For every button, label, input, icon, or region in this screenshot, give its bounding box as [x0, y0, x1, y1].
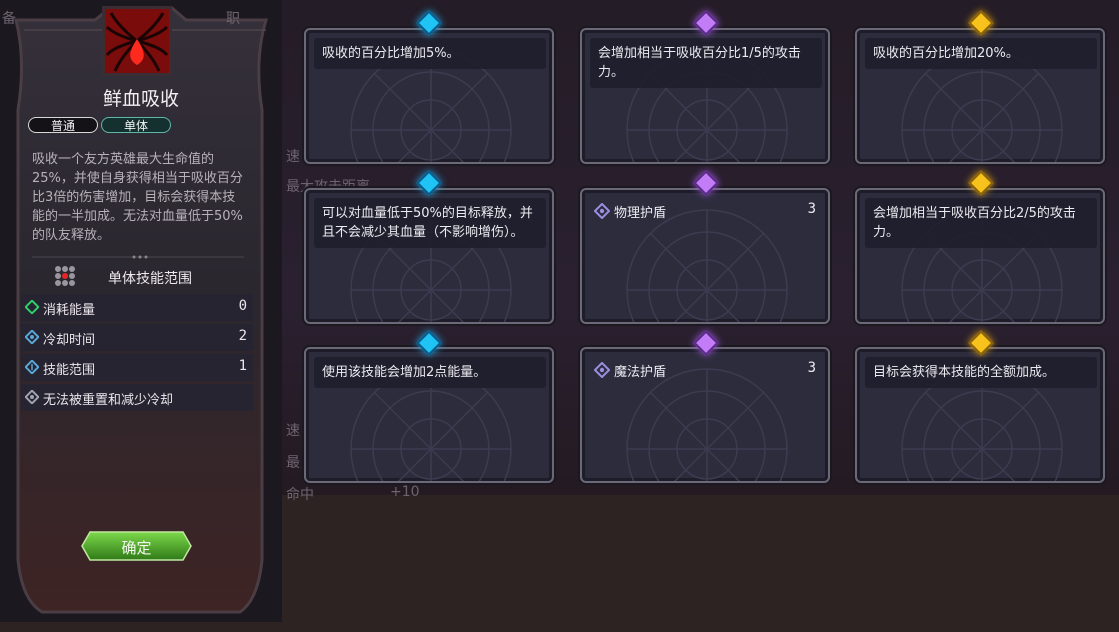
bg-text-speed: 速: [286, 149, 300, 165]
skill-detail-panel: 备 职 鲜血吸收 普通 单体 吸收一个友方英雄最大生命值的25%，并使自身获得相…: [0, 0, 282, 622]
stat-row-no-reset: 无法被重置和减少冷却: [21, 384, 253, 411]
energy-icon: [25, 300, 39, 314]
upgrade-card[interactable]: 目标会获得本技能的全额加成。: [855, 347, 1105, 483]
confirm-label: 确定: [121, 539, 152, 557]
hex-grid-icon: [55, 266, 75, 286]
card-description: 吸收的百分比增加5%。: [314, 38, 546, 69]
magic-shield-icon: [594, 362, 610, 378]
bg-text-equip: 备: [2, 11, 16, 27]
stat-row-cooldown: 冷却时间 2: [21, 324, 253, 351]
card-stat-row: 魔法护盾 3: [590, 359, 822, 381]
stat-value: 0: [238, 298, 247, 314]
upgrade-card[interactable]: 吸收的百分比增加5%。: [304, 28, 554, 164]
no-reset-icon: [25, 390, 39, 404]
card-description: 吸收的百分比增加20%。: [865, 38, 1097, 69]
upgrade-card[interactable]: 可以对血量低于50%的目标释放，并且不会减少其血量（不影响增伤）。: [304, 188, 554, 324]
upgrade-card[interactable]: 魔法护盾 3: [580, 347, 830, 483]
stat-label: 无法被重置和减少冷却: [43, 393, 174, 408]
bg-text-max: 最: [286, 455, 300, 471]
card-description: 使用该技能会增加2点能量。: [314, 357, 546, 388]
upgrade-card[interactable]: 会增加相当于吸收百分比1/5的攻击力。: [580, 28, 830, 164]
stat-row-energy-cost: 消耗能量 0: [21, 294, 253, 321]
tag-normal: 普通: [28, 117, 98, 133]
upgrade-card[interactable]: 会增加相当于吸收百分比2/5的攻击力。: [855, 188, 1105, 324]
stat-value: 1: [238, 358, 247, 374]
upgrade-card[interactable]: 吸收的百分比增加20%。: [855, 28, 1105, 164]
card-description: 会增加相当于吸收百分比1/5的攻击力。: [590, 38, 822, 88]
skill-name: 鲜血吸收: [102, 88, 179, 110]
range-icon: [25, 360, 39, 374]
stat-value: 2: [238, 328, 247, 344]
stat-row-range: 技能范围 1: [21, 354, 253, 381]
tag-single-target: 单体: [101, 117, 171, 133]
upgrade-card[interactable]: 物理护盾 3: [580, 188, 830, 324]
cooldown-icon: [25, 330, 39, 344]
bg-text-bonus: +10: [390, 484, 420, 500]
range-label: 单体技能范围: [108, 271, 192, 287]
physical-shield-icon: [594, 203, 610, 219]
blood-drop-skill-icon: [102, 6, 172, 76]
stat-label: 技能范围: [43, 363, 96, 378]
bg-text-speed-2: 速: [286, 423, 300, 439]
card-description: 可以对血量低于50%的目标释放，并且不会减少其血量（不影响增伤）。: [314, 198, 546, 248]
confirm-button[interactable]: 确定: [80, 530, 193, 562]
skill-range-row: 单体技能范围: [52, 264, 252, 288]
stat-label: 消耗能量: [43, 303, 96, 318]
card-stat-row: 物理护盾 3: [590, 200, 822, 222]
bg-text-hit: 命中: [286, 487, 314, 503]
card-stat-label: 物理护盾: [614, 206, 667, 221]
card-description: 会增加相当于吸收百分比2/5的攻击力。: [865, 198, 1097, 248]
skill-description: 吸收一个友方英雄最大生命值的25%，并使自身获得相当于吸收百分比3倍的伤害增加，…: [32, 152, 243, 243]
card-stat-value: 3: [807, 360, 816, 376]
stat-label: 冷却时间: [43, 333, 96, 348]
card-stat-label: 魔法护盾: [614, 365, 667, 380]
bg-text-class: 职: [226, 11, 240, 27]
card-stat-value: 3: [807, 201, 816, 217]
upgrade-card[interactable]: 使用该技能会增加2点能量。: [304, 347, 554, 483]
card-description: 目标会获得本技能的全额加成。: [865, 357, 1097, 388]
